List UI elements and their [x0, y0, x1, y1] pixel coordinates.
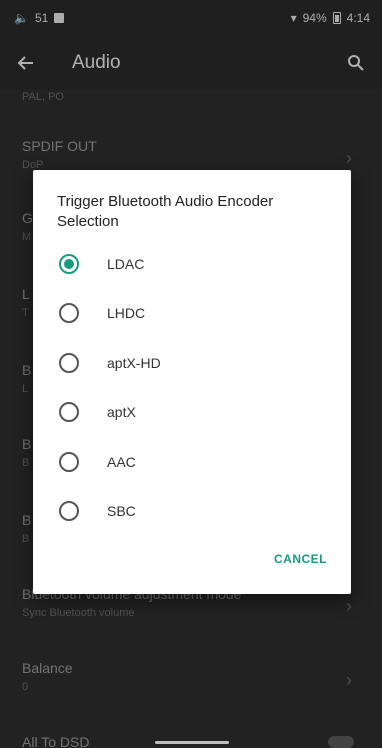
radio-unchecked-icon[interactable]: [59, 303, 79, 323]
encoder-selection-dialog: Trigger Bluetooth Audio Encoder Selectio…: [33, 170, 351, 594]
radio-unchecked-icon[interactable]: [59, 353, 79, 373]
radio-unchecked-icon[interactable]: [59, 501, 79, 521]
home-indicator[interactable]: [155, 741, 229, 744]
option-label: SBC: [107, 503, 136, 519]
cancel-button[interactable]: CANCEL: [272, 546, 329, 572]
screen: 🔈 51 ▾ 94% 4:14 Audio PAL, PO SPDIF OUT …: [0, 0, 382, 748]
option-label: aptX: [107, 404, 136, 420]
option-label: AAC: [107, 454, 136, 470]
option-label: aptX-HD: [107, 355, 161, 371]
radio-checked-icon[interactable]: [59, 254, 79, 274]
radio-unchecked-icon[interactable]: [59, 402, 79, 422]
option-ldac[interactable]: LDAC: [33, 240, 351, 288]
radio-unchecked-icon[interactable]: [59, 452, 79, 472]
option-label: LHDC: [107, 305, 146, 321]
option-label: LDAC: [107, 256, 145, 272]
option-aptx[interactable]: aptX: [33, 388, 351, 436]
option-aac[interactable]: AAC: [33, 438, 351, 486]
option-aptx-hd[interactable]: aptX-HD: [33, 339, 351, 387]
option-lhdc[interactable]: LHDC: [33, 289, 351, 337]
option-sbc[interactable]: SBC: [33, 487, 351, 535]
dialog-title: Trigger Bluetooth Audio Encoder Selectio…: [57, 193, 274, 230]
